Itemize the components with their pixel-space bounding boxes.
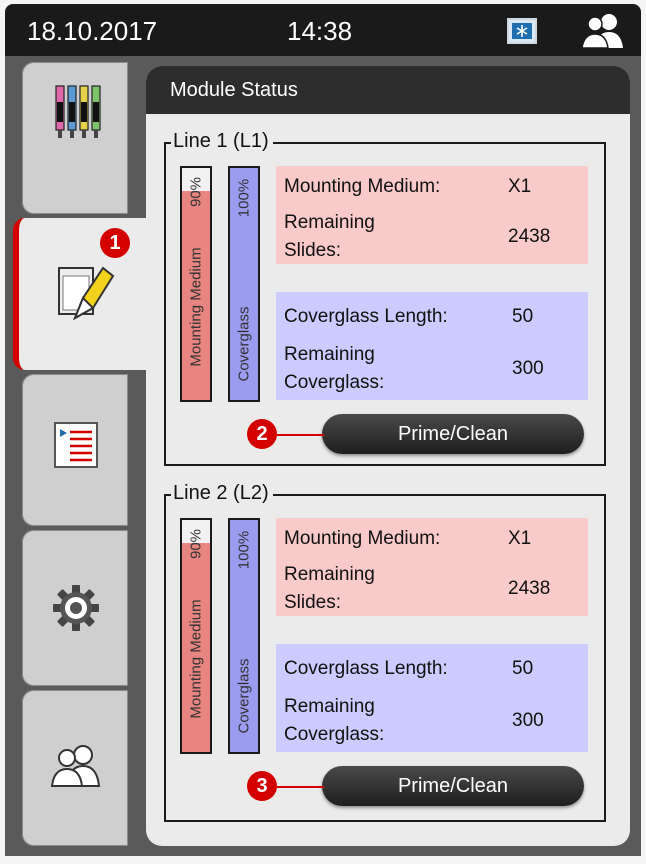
line-2-length-label: Coverglass Length:: [284, 658, 448, 679]
line-2-length-value: 50: [512, 658, 534, 679]
line-2-coverglass-bar: Coverglass 100%: [228, 518, 260, 754]
line-1-title: Line 1 (L1): [171, 130, 273, 153]
line-2-mounting-medium-bar: Mounting Medium 90%: [180, 518, 212, 754]
protocol-list-icon: [54, 422, 98, 473]
line-2-title: Line 2 (L2): [171, 482, 273, 505]
line-2-remaining-value: 300: [512, 710, 544, 731]
tab-settings[interactable]: [22, 530, 128, 686]
line-1-medium-label: Mounting Medium:: [284, 176, 441, 197]
line-1-medium-value: X1: [508, 176, 532, 197]
line-2-slides-value: 2438: [508, 578, 551, 599]
line-1-slides-label-1: Remaining: [284, 212, 375, 233]
line-1-remaining-value: 300: [512, 358, 544, 379]
reagents-icon: [52, 80, 102, 147]
line-2-remaining-label-2: Coverglass:: [284, 724, 385, 745]
line-2-slides-label-1: Remaining: [284, 564, 375, 585]
line-1-remaining-label-1: Remaining: [284, 344, 375, 365]
line-1-coverglass-info: Coverglass Length: 50 Remaining Covergla…: [276, 292, 588, 400]
line-1-mounting-percent: 90%: [187, 176, 205, 208]
callout-2: 2: [247, 419, 277, 449]
line-2-coverglass-percent: 100%: [235, 530, 253, 570]
line-2-remaining-label-1: Remaining: [284, 696, 375, 717]
line-2-mounting-percent: 90%: [187, 528, 205, 560]
tab-protocol-list[interactable]: [22, 374, 128, 526]
tab-module-status[interactable]: [13, 218, 151, 370]
user-status-icon: [580, 12, 626, 55]
status-time: 14:38: [287, 16, 353, 46]
line-1-length-value: 50: [512, 306, 534, 327]
panel-title: Module Status: [170, 79, 298, 101]
line-1-remaining-label-2: Coverglass:: [284, 372, 385, 393]
line-1-slides-value: 2438: [508, 226, 551, 247]
callout-1: 1: [100, 228, 130, 258]
line-1-mounting-info: Mounting Medium: X1 Remaining Slides: 24…: [276, 166, 588, 264]
line-1-mounting-label: Mounting Medium: [187, 247, 205, 367]
line-1-prime-clean-button[interactable]: Prime/Clean: [322, 414, 584, 454]
line-2-coverglass-label: Coverglass: [235, 658, 253, 734]
tab-user[interactable]: [22, 690, 128, 846]
line-1-coverglass-percent: 100%: [235, 178, 253, 218]
line-1-slides-label-2: Slides:: [284, 240, 342, 261]
status-bar: 18.10.2017 14:38: [5, 4, 641, 56]
line-2-slides-label-2: Slides:: [284, 592, 342, 613]
tab-reagents[interactable]: [22, 62, 128, 214]
line-2-mounting-label: Mounting Medium: [187, 599, 205, 719]
module-status-icon: [53, 262, 117, 331]
user-icon: [50, 744, 102, 793]
line-2-coverglass-info: Coverglass Length: 50 Remaining Covergla…: [276, 644, 588, 752]
callout-3: 3: [247, 771, 277, 801]
line-1-length-label: Coverglass Length:: [284, 306, 448, 327]
panel-header: Module Status: [146, 66, 630, 114]
line-2-medium-label: Mounting Medium:: [284, 528, 441, 549]
line-2-medium-value: X1: [508, 528, 532, 549]
app-frame: 18.10.2017 14:38 1 Module Status Line 1 …: [0, 0, 646, 864]
line-1-mounting-medium-bar: Mounting Medium 90%: [180, 166, 212, 402]
line-1-coverglass-label: Coverglass: [235, 306, 253, 382]
status-date: 18.10.2017: [27, 16, 158, 46]
line-2-prime-clean-button[interactable]: Prime/Clean: [322, 766, 584, 806]
line-1-coverglass-bar: Coverglass 100%: [228, 166, 260, 402]
cooling-icon: [507, 18, 537, 44]
settings-icon: [52, 584, 100, 637]
line-2-mounting-info: Mounting Medium: X1 Remaining Slides: 24…: [276, 518, 588, 616]
